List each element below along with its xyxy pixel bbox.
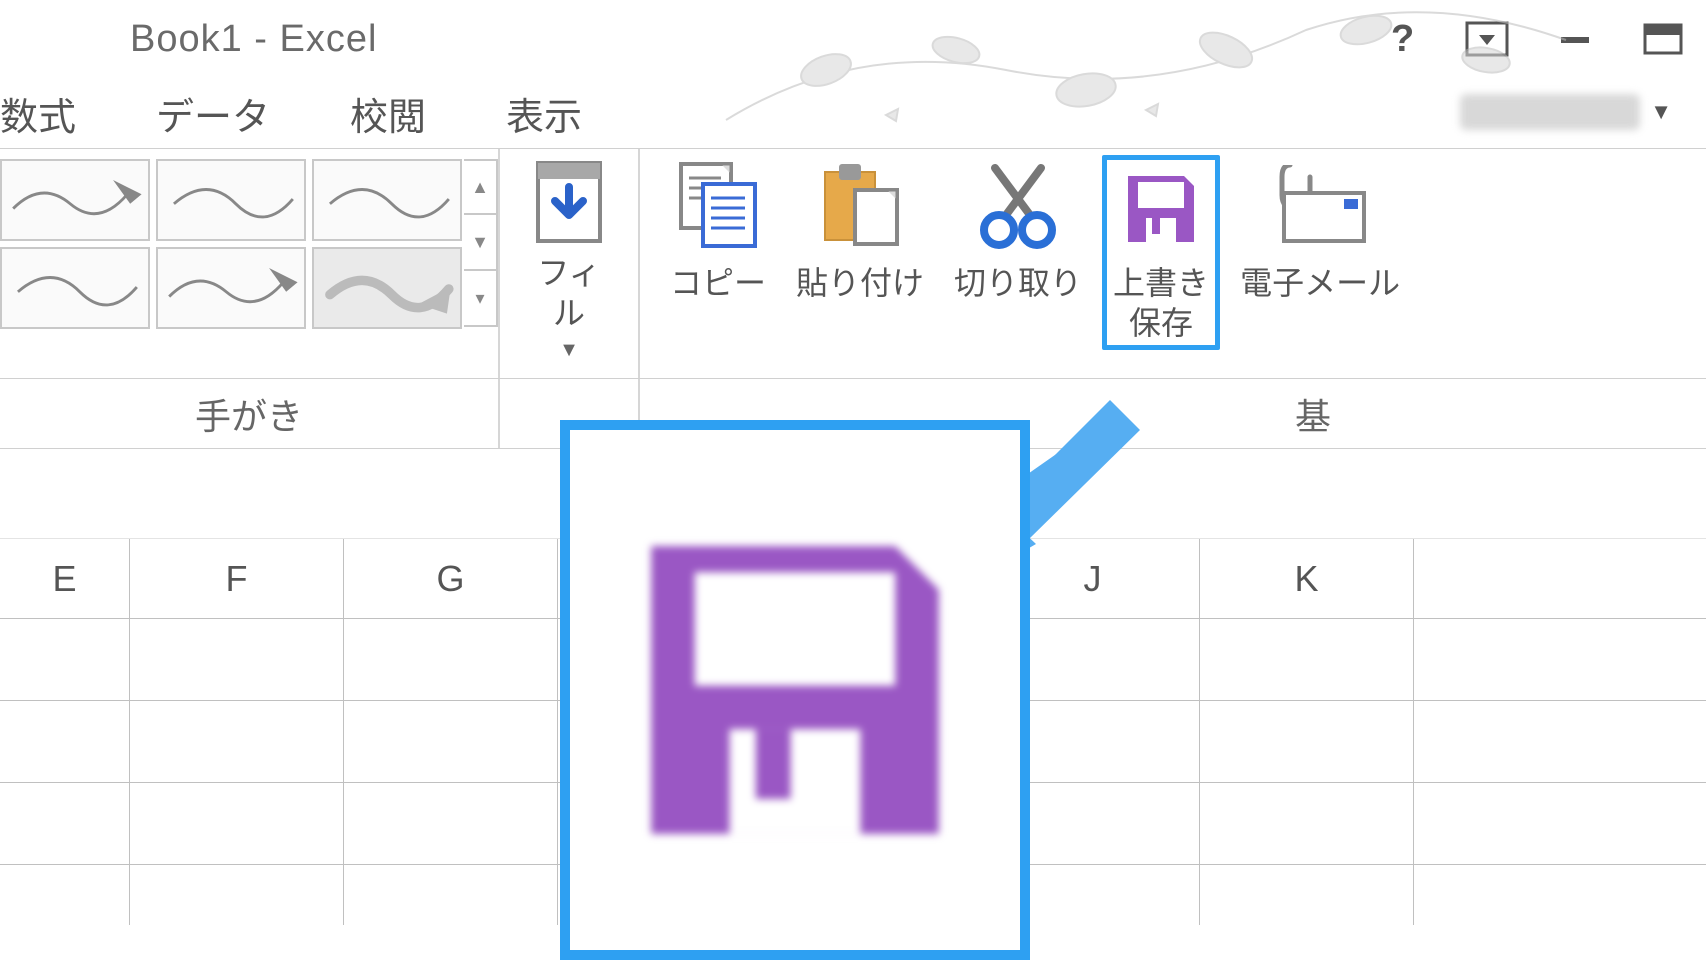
fill-label: フィル bbox=[530, 253, 608, 333]
cell[interactable] bbox=[1414, 701, 1706, 782]
cell[interactable] bbox=[344, 865, 558, 925]
group-label-handwriting: 手がき bbox=[0, 379, 500, 448]
chevron-down-icon: ▼ bbox=[559, 339, 579, 362]
svg-text:?: ? bbox=[1391, 19, 1414, 59]
scissors-icon bbox=[975, 160, 1061, 250]
gallery-expand[interactable]: ▾ bbox=[464, 271, 498, 327]
group-handwriting: ▲ ▼ ▾ bbox=[0, 149, 500, 378]
cell[interactable] bbox=[344, 619, 558, 700]
gallery-scroll-down[interactable]: ▼ bbox=[464, 215, 498, 271]
cut-label: 切り取り bbox=[954, 263, 1082, 303]
col-header-K[interactable]: K bbox=[1200, 539, 1414, 618]
ribbon: ▲ ▼ ▾ フィル ▼ bbox=[0, 149, 1706, 379]
col-header-F[interactable]: F bbox=[130, 539, 344, 618]
tab-review[interactable]: 校閲 bbox=[350, 86, 426, 141]
window-controls: ? bbox=[1376, 16, 1686, 62]
gallery-scroll-up[interactable]: ▲ bbox=[464, 159, 498, 215]
fill-down-icon bbox=[532, 159, 606, 245]
group-fill: フィル ▼ bbox=[500, 149, 640, 378]
cell[interactable] bbox=[130, 701, 344, 782]
email-label: 電子メール bbox=[1240, 263, 1400, 303]
fill-button[interactable]: フィル ▼ bbox=[520, 159, 618, 354]
pen-style-5[interactable] bbox=[156, 247, 306, 329]
copy-button[interactable]: コピー bbox=[660, 155, 776, 350]
cut-button[interactable]: 切り取り bbox=[944, 155, 1092, 350]
pen-style-2[interactable] bbox=[156, 159, 306, 241]
group-basic: コピー 貼り付け bbox=[640, 149, 1706, 378]
gallery-scroll: ▲ ▼ ▾ bbox=[464, 159, 498, 327]
restore-button[interactable] bbox=[1640, 16, 1686, 62]
cell[interactable] bbox=[130, 865, 344, 925]
pen-style-gallery: ▲ ▼ ▾ bbox=[0, 159, 498, 329]
pen-style-4[interactable] bbox=[0, 247, 150, 329]
cell[interactable] bbox=[0, 619, 130, 700]
cell[interactable] bbox=[1200, 701, 1414, 782]
cell[interactable] bbox=[0, 783, 130, 864]
cell[interactable] bbox=[0, 701, 130, 782]
cell[interactable] bbox=[1200, 865, 1414, 925]
cell[interactable] bbox=[344, 701, 558, 782]
email-attach-icon bbox=[1270, 165, 1370, 245]
tab-view[interactable]: 表示 bbox=[506, 86, 582, 141]
paste-label: 貼り付け bbox=[796, 263, 924, 303]
cell[interactable] bbox=[344, 783, 558, 864]
cell[interactable] bbox=[130, 619, 344, 700]
copy-label: コピー bbox=[670, 263, 766, 303]
ribbon-display-options-button[interactable] bbox=[1464, 16, 1510, 62]
col-header-G[interactable]: G bbox=[344, 539, 558, 618]
cell[interactable] bbox=[1414, 783, 1706, 864]
copy-icon bbox=[673, 160, 763, 250]
tab-formula[interactable]: 数式 bbox=[0, 86, 76, 141]
paste-icon bbox=[815, 160, 905, 250]
email-button[interactable]: 電子メール bbox=[1230, 155, 1410, 350]
tab-data[interactable]: データ bbox=[156, 86, 270, 141]
floppy-save-icon bbox=[1122, 170, 1200, 248]
save-icon-zoom-callout bbox=[560, 420, 1030, 960]
col-header-last[interactable] bbox=[1414, 539, 1706, 618]
minimize-button[interactable] bbox=[1552, 16, 1598, 62]
floppy-save-icon-large bbox=[625, 520, 965, 860]
ribbon-tabs: 数式 データ 校閲 表示 bbox=[0, 78, 1706, 148]
window-title: Book1 - Excel bbox=[130, 18, 377, 61]
pen-style-1[interactable] bbox=[0, 159, 150, 241]
help-button[interactable]: ? bbox=[1376, 16, 1422, 62]
title-bar: Book1 - Excel ? bbox=[0, 0, 1706, 78]
cell[interactable] bbox=[1414, 619, 1706, 700]
cell[interactable] bbox=[1200, 783, 1414, 864]
cell[interactable] bbox=[130, 783, 344, 864]
save-label: 上書き 保存 bbox=[1113, 263, 1209, 343]
col-header-E[interactable]: E bbox=[0, 539, 130, 618]
pen-style-3[interactable] bbox=[312, 159, 462, 241]
pen-style-6[interactable] bbox=[312, 247, 462, 329]
save-button[interactable]: 上書き 保存 bbox=[1102, 155, 1220, 350]
paste-button[interactable]: 貼り付け bbox=[786, 155, 934, 350]
cell[interactable] bbox=[1200, 619, 1414, 700]
cell[interactable] bbox=[0, 865, 130, 925]
cell[interactable] bbox=[1414, 865, 1706, 925]
